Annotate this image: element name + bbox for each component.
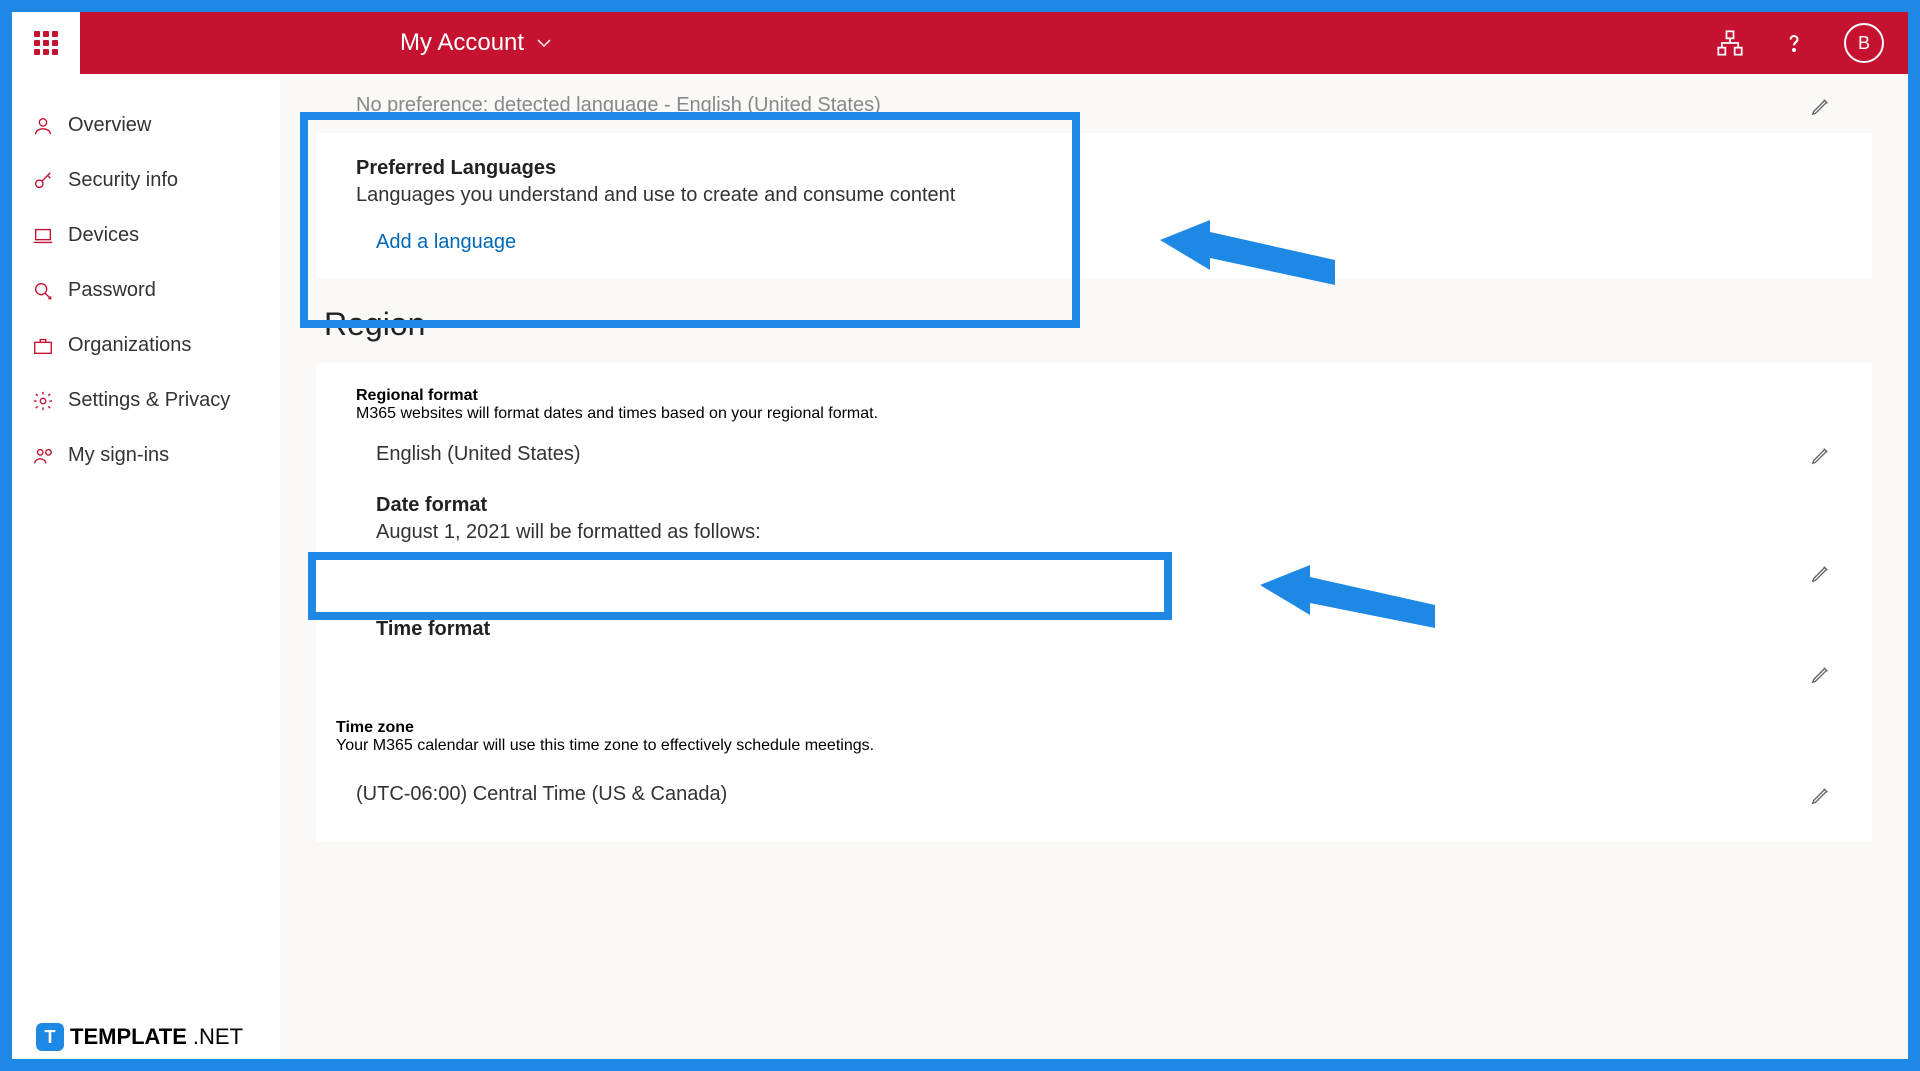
sidebar-item-signins[interactable]: My sign-ins: [12, 428, 280, 483]
timezone-title: Time zone: [336, 719, 1832, 737]
preferred-languages-desc: Languages you understand and use to crea…: [356, 184, 1832, 207]
region-card: Regional format M365 websites will forma…: [316, 363, 1872, 842]
detected-language-text: No preference: detected language - Engli…: [356, 94, 881, 117]
sidebar-item-overview[interactable]: Overview: [12, 98, 280, 153]
body: Overview Security info Devices Password …: [12, 74, 1908, 1059]
user-icon: [32, 115, 54, 137]
date-format-desc: August 1, 2021 will be formatted as foll…: [376, 521, 1832, 544]
time-format-title: Time format: [376, 618, 1832, 641]
pencil-icon[interactable]: [1810, 663, 1832, 685]
regional-format-desc: M365 websites will format dates and time…: [356, 405, 1832, 423]
sidebar-item-devices[interactable]: Devices: [12, 208, 280, 263]
top-bar: My Account B: [12, 12, 1908, 74]
top-right-actions: B: [1716, 23, 1908, 63]
pencil-icon[interactable]: [1810, 444, 1832, 466]
sidebar-item-label: Password: [68, 279, 156, 302]
time-format-block: Time format: [356, 618, 1832, 703]
pencil-icon[interactable]: [1810, 562, 1832, 584]
timezone-value: (UTC-06:00) Central Time (US & Canada): [356, 783, 727, 806]
date-format-title: Date format: [376, 494, 1832, 517]
sidebar-item-organizations[interactable]: Organizations: [12, 318, 280, 373]
lock-icon: [32, 280, 54, 302]
sidebar-item-label: Organizations: [68, 334, 191, 357]
avatar-initial: B: [1858, 33, 1870, 54]
add-language-link[interactable]: Add a language: [376, 231, 1832, 254]
main-content: No preference: detected language - Engli…: [280, 74, 1908, 1059]
briefcase-icon: [32, 335, 54, 357]
timezone-row: (UTC-06:00) Central Time (US & Canada): [336, 771, 1832, 818]
app-frame: My Account B Overview Security info Devi…: [12, 12, 1908, 1059]
pencil-icon[interactable]: [1810, 95, 1832, 117]
regional-format-value: English (United States): [376, 443, 581, 466]
sidebar-item-label: Overview: [68, 114, 151, 137]
avatar-button[interactable]: B: [1844, 23, 1884, 63]
gear-icon: [32, 390, 54, 412]
account-dropdown[interactable]: My Account: [400, 29, 552, 57]
detected-language-row: No preference: detected language - Engli…: [316, 74, 1872, 133]
waffle-icon: [34, 31, 58, 55]
watermark-brand: TEMPLATE: [70, 1024, 187, 1050]
chevron-down-icon: [536, 35, 552, 51]
signin-icon: [32, 445, 54, 467]
watermark-badge: T: [36, 1023, 64, 1051]
key-icon: [32, 170, 54, 192]
page-title: My Account: [400, 29, 524, 57]
sidebar: Overview Security info Devices Password …: [12, 74, 280, 1059]
sidebar-item-label: My sign-ins: [68, 444, 169, 467]
pencil-icon[interactable]: [1810, 784, 1832, 806]
timezone-block: Time zone Your M365 calendar will use th…: [336, 719, 1832, 818]
preferred-languages-title: Preferred Languages: [356, 157, 1832, 180]
sidebar-item-label: Settings & Privacy: [68, 389, 230, 412]
date-format-block: Date format August 1, 2021 will be forma…: [356, 494, 1832, 602]
org-chart-icon[interactable]: [1716, 29, 1744, 57]
preferred-languages-card: Preferred Languages Languages you unders…: [316, 133, 1872, 278]
regional-format-title: Regional format: [356, 387, 1832, 405]
region-section-title: Region: [324, 306, 1872, 343]
watermark-suffix: .NET: [193, 1024, 243, 1050]
app-launcher-button[interactable]: [12, 12, 80, 74]
laptop-icon: [32, 225, 54, 247]
help-icon[interactable]: [1780, 29, 1808, 57]
sidebar-item-settings[interactable]: Settings & Privacy: [12, 373, 280, 428]
sidebar-item-password[interactable]: Password: [12, 263, 280, 318]
watermark: T TEMPLATE.NET: [36, 1023, 243, 1051]
sidebar-item-label: Devices: [68, 224, 139, 247]
sidebar-item-label: Security info: [68, 169, 178, 192]
sidebar-item-security[interactable]: Security info: [12, 153, 280, 208]
timezone-desc: Your M365 calendar will use this time zo…: [336, 737, 1832, 755]
regional-format-row: English (United States): [356, 431, 1832, 478]
